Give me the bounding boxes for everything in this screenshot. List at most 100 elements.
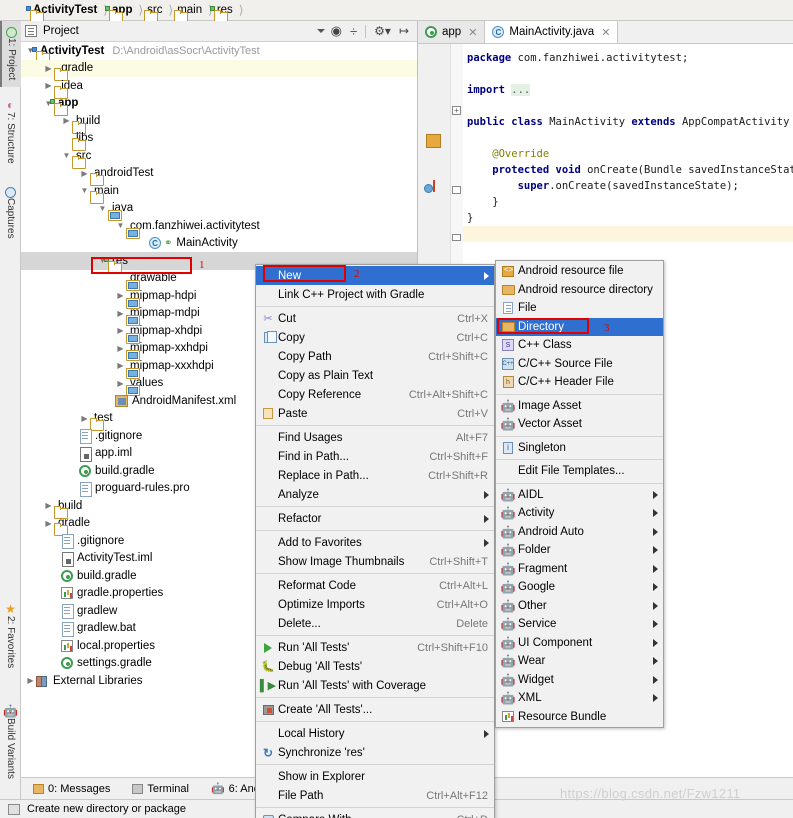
menu-item-copy[interactable]: Copy Ctrl+C — [256, 328, 494, 347]
chevron-right-icon[interactable]: ▶ — [79, 168, 90, 179]
menu-item-optimize-imports[interactable]: Optimize Imports Ctrl+Alt+O — [256, 595, 494, 614]
sidebar-item-project[interactable]: 1: Project — [0, 21, 21, 87]
sidebar-item-structure[interactable]: ◐ 7: Structure — [0, 95, 21, 173]
hide-panel-icon[interactable]: ↦ — [399, 24, 409, 38]
resource-marker-icon[interactable] — [426, 134, 441, 148]
code-folded-imports[interactable]: ... — [511, 84, 531, 96]
submenu-item-cpp-class[interactable]: S C++ Class — [496, 336, 663, 355]
chevron-right-icon[interactable]: ▶ — [115, 343, 126, 354]
menu-item-refactor[interactable]: Refactor — [256, 509, 494, 528]
chevron-down-icon[interactable]: ▼ — [79, 185, 90, 196]
menu-item-replace-in-path[interactable]: Replace in Path... Ctrl+Shift+R — [256, 466, 494, 485]
submenu-item-ui-component[interactable]: 🤖 UI Component — [496, 634, 663, 653]
menu-item-find-usages[interactable]: Find Usages Alt+F7 — [256, 428, 494, 447]
tree-row-libs[interactable]: ▶ libs — [21, 130, 417, 148]
menu-item-cut[interactable]: ✂ Cut Ctrl+X — [256, 309, 494, 328]
submenu-item-activity[interactable]: 🤖 Activity — [496, 504, 663, 523]
menu-item-find-in-path[interactable]: Find in Path... Ctrl+Shift+F — [256, 447, 494, 466]
chevron-right-icon[interactable]: ▶ — [61, 115, 72, 126]
chevron-right-icon[interactable]: ▶ — [115, 290, 126, 301]
fold-collapse-end-icon[interactable] — [452, 234, 461, 241]
chevron-down-icon[interactable]: ▼ — [115, 220, 126, 231]
tab-mainactivity-java[interactable]: C MainActivity.java ✕ — [485, 21, 619, 43]
tree-row-mainactivity[interactable]: C ⚭ MainActivity — [21, 235, 417, 253]
submenu-item-fragment[interactable]: 🤖 Fragment — [496, 560, 663, 579]
settings-gear-icon[interactable]: ⚙▾ — [374, 24, 391, 38]
submenu-item-directory[interactable]: Directory — [496, 317, 663, 336]
menu-item-compare-with[interactable]: Compare With... Ctrl+D — [256, 810, 494, 818]
fold-expand-icon[interactable]: + — [452, 106, 461, 115]
chevron-right-icon[interactable]: ▶ — [115, 308, 126, 319]
menu-item-synchronize-res[interactable]: ↻ Synchronize 'res' — [256, 743, 494, 762]
menu-item-analyze[interactable]: Analyze — [256, 485, 494, 504]
submenu-item-other[interactable]: 🤖 Other — [496, 597, 663, 616]
chevron-right-icon[interactable]: ▶ — [43, 80, 54, 91]
submenu-item-cpp-source-file[interactable]: C++ C/C++ Source File — [496, 355, 663, 374]
menu-item-paste[interactable]: Paste Ctrl+V — [256, 404, 494, 423]
new-submenu[interactable]: Android resource file Android resource d… — [495, 260, 664, 728]
tree-row-gradle-dir[interactable]: ▶ .gradle — [21, 59, 417, 77]
submenu-item-android-auto[interactable]: 🤖 Android Auto — [496, 523, 663, 542]
menu-item-new[interactable]: New — [256, 266, 494, 285]
submenu-item-cpp-header-file[interactable]: h C/C++ Header File — [496, 373, 663, 392]
submenu-item-aidl[interactable]: 🤖 AIDL — [496, 486, 663, 505]
tree-row-idea-dir[interactable]: ▶ .idea — [21, 77, 417, 95]
tree-row-package[interactable]: ▼ com.fanzhiwei.activitytest — [21, 217, 417, 235]
submenu-item-singleton[interactable]: i Singleton — [496, 439, 663, 458]
menu-item-show-image-thumbnails[interactable]: Show Image Thumbnails Ctrl+Shift+T — [256, 552, 494, 571]
menu-item-local-history[interactable]: Local History — [256, 724, 494, 743]
chevron-down-icon[interactable]: ▼ — [61, 150, 72, 161]
window-icon[interactable] — [8, 803, 20, 815]
tree-row-src[interactable]: ▼ src — [21, 147, 417, 165]
tree-row-activitytest[interactable]: ▼ ActivityTest D:\Android\asSocr\Activit… — [21, 42, 417, 60]
close-icon[interactable]: ✕ — [468, 26, 477, 39]
chevron-right-icon[interactable]: ▶ — [43, 500, 54, 511]
fold-collapse-start-icon[interactable] — [452, 186, 461, 194]
breadcrumb-item-src[interactable]: src ⟩ — [144, 0, 174, 21]
menu-item-copy-as-plain-text[interactable]: Copy as Plain Text — [256, 366, 494, 385]
bottom-tab-terminal[interactable]: Terminal — [132, 783, 189, 795]
close-icon[interactable]: ✕ — [601, 26, 610, 39]
submenu-item-vector-asset[interactable]: 🤖 Vector Asset — [496, 415, 663, 434]
bottom-tab-messages[interactable]: 0: Messages — [33, 783, 110, 795]
breadcrumb-item-activitytest[interactable]: ActivityTest ⟩ — [26, 0, 109, 21]
collapse-all-icon[interactable]: ◉ — [331, 23, 342, 39]
breadcrumb-item-app[interactable]: app ⟩ — [105, 0, 144, 21]
chevron-right-icon[interactable]: ▶ — [43, 63, 54, 74]
submenu-item-image-asset[interactable]: 🤖 Image Asset — [496, 397, 663, 416]
submenu-item-android-resource-directory[interactable]: Android resource directory — [496, 281, 663, 300]
chevron-right-icon[interactable]: ▶ — [43, 518, 54, 529]
chevron-right-icon[interactable]: ▶ — [79, 413, 90, 424]
menu-item-file-path[interactable]: File Path Ctrl+Alt+F12 — [256, 786, 494, 805]
menu-item-reformat-code[interactable]: Reformat Code Ctrl+Alt+L — [256, 576, 494, 595]
sidebar-item-captures[interactable]: Captures — [0, 181, 21, 247]
breadcrumb-item-res[interactable]: res ⟩ — [209, 0, 245, 21]
submenu-item-resource-bundle[interactable]: Resource Bundle — [496, 708, 663, 727]
submenu-item-service[interactable]: 🤖 Service — [496, 615, 663, 634]
submenu-item-edit-file-templates[interactable]: Edit File Templates... — [496, 462, 663, 481]
tree-row-build[interactable]: ▶ build — [21, 112, 417, 130]
submenu-item-wear[interactable]: 🤖 Wear — [496, 652, 663, 671]
tree-row-app[interactable]: ▼ app — [21, 95, 417, 113]
submenu-item-android-resource-file[interactable]: Android resource file — [496, 262, 663, 281]
sidebar-item-build-variants[interactable]: 🤖 Build Variants — [0, 701, 21, 797]
tree-row-androidtest[interactable]: ▶ androidTest — [21, 165, 417, 183]
expand-collapse-icon[interactable]: ÷ — [350, 24, 357, 39]
menu-item-create-all-tests-config[interactable]: Create 'All Tests'... — [256, 700, 494, 719]
menu-item-run-all-tests[interactable]: Run 'All Tests' Ctrl+Shift+F10 — [256, 638, 494, 657]
menu-item-add-to-favorites[interactable]: Add to Favorites — [256, 533, 494, 552]
chevron-down-icon[interactable]: ▼ — [97, 203, 108, 214]
chevron-right-icon[interactable]: ▶ — [25, 675, 36, 686]
submenu-item-google[interactable]: 🤖 Google — [496, 578, 663, 597]
sidebar-item-favorites[interactable]: ★ 2: Favorites — [0, 599, 21, 683]
menu-item-debug-all-tests[interactable]: 🐛 Debug 'All Tests' — [256, 657, 494, 676]
chevron-right-icon[interactable]: ▶ — [115, 360, 126, 371]
chevron-right-icon[interactable]: ▶ — [115, 325, 126, 336]
chevron-right-icon[interactable]: ▶ — [115, 378, 126, 389]
breadcrumb-item-main[interactable]: main ⟩ — [174, 0, 214, 21]
menu-item-delete[interactable]: Delete... Delete — [256, 614, 494, 633]
chevron-down-icon[interactable] — [316, 29, 325, 33]
tab-app[interactable]: app ✕ — [418, 21, 486, 43]
tree-row-main[interactable]: ▼ main — [21, 182, 417, 200]
menu-item-run-with-coverage[interactable]: ▌▶ Run 'All Tests' with Coverage — [256, 676, 494, 695]
